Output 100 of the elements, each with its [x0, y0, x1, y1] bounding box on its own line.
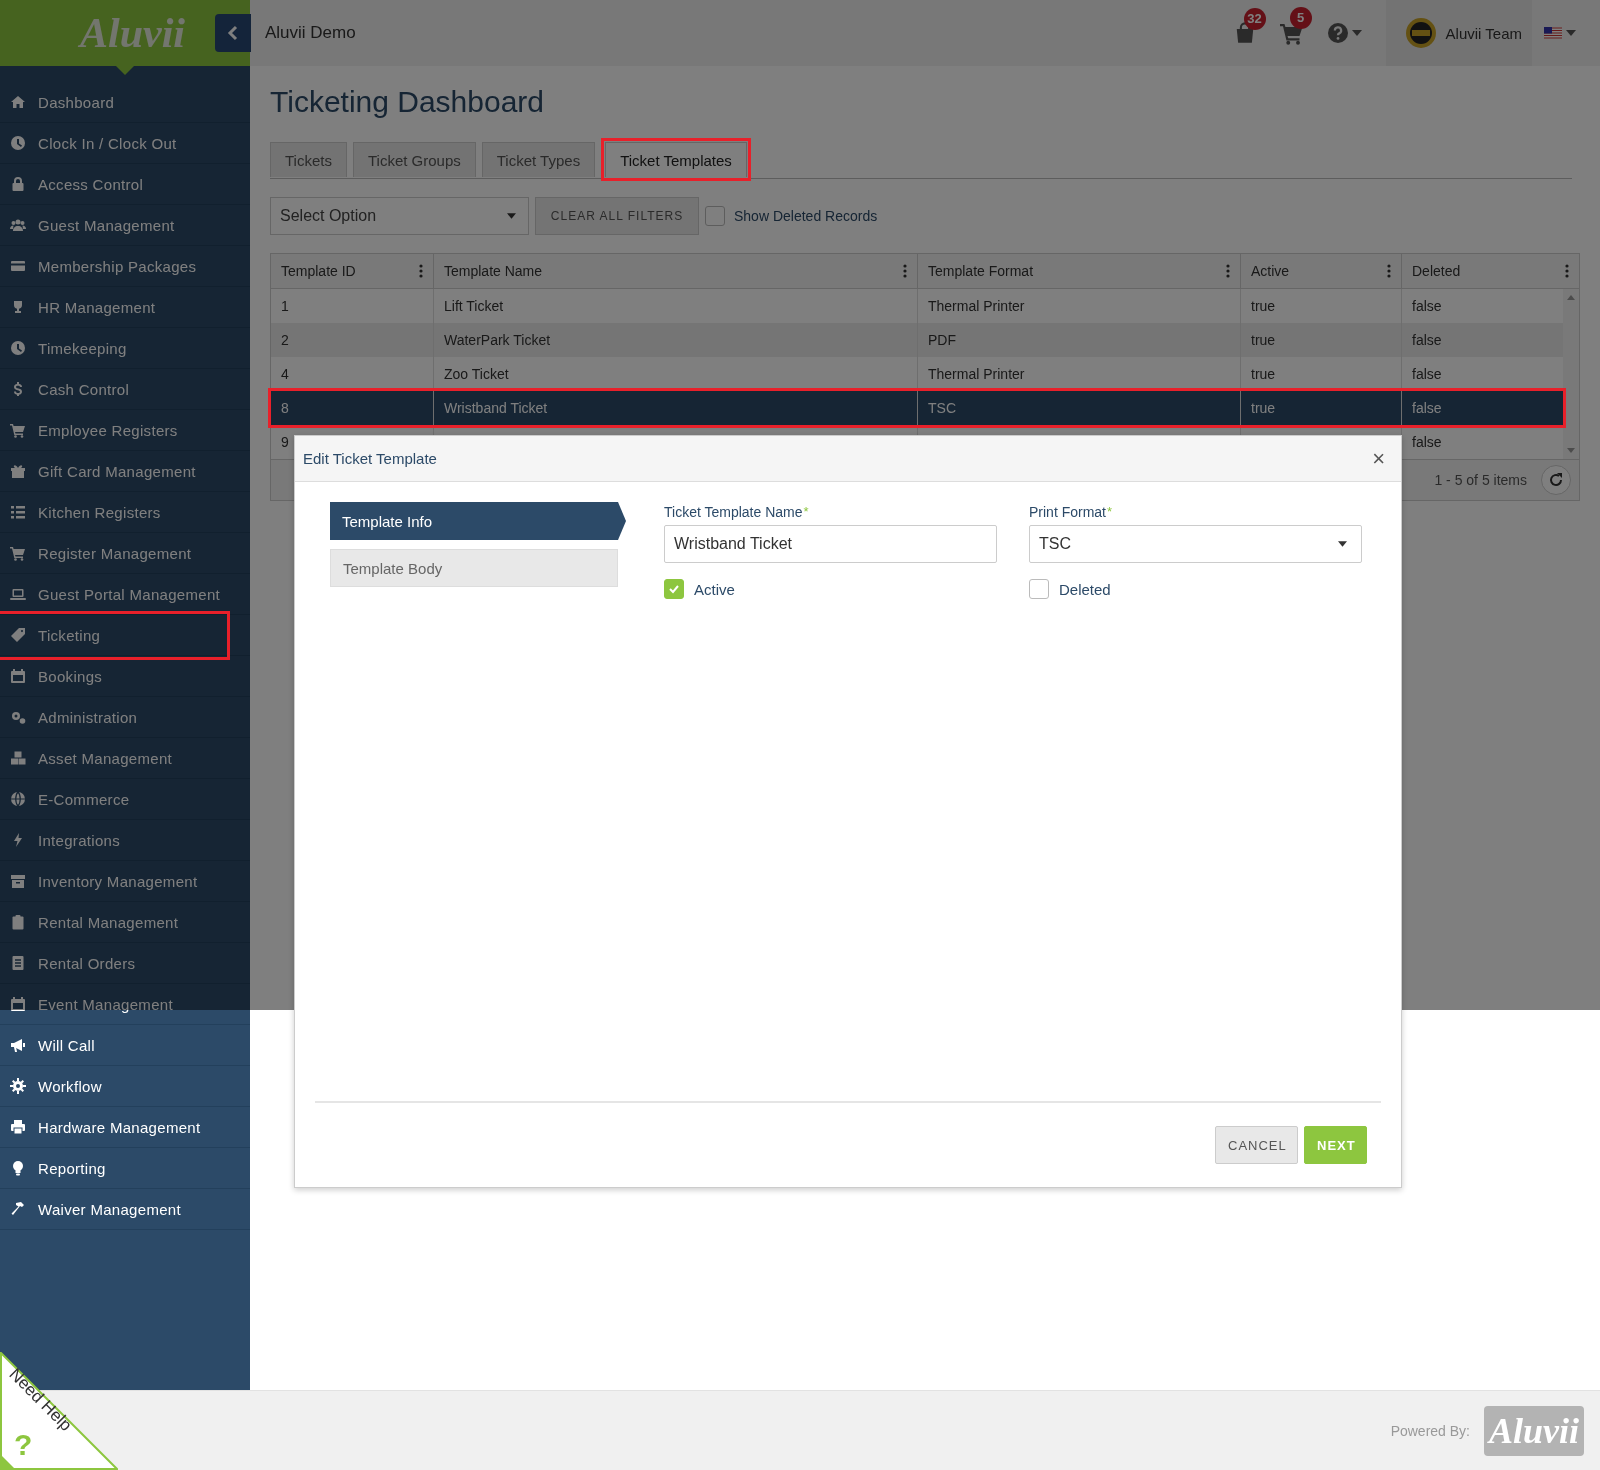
checkbox[interactable]	[1029, 579, 1049, 599]
input-field[interactable]: Wristband Ticket	[664, 525, 997, 563]
caret-icon[interactable]	[1351, 30, 1362, 36]
help-icon[interactable]	[1327, 23, 1348, 43]
cart-icon	[10, 545, 26, 561]
count-badge: 32	[1243, 8, 1266, 30]
column-header[interactable]: Template ID	[271, 254, 434, 288]
avatar	[1405, 18, 1436, 48]
step-tab[interactable]: Template Body	[330, 549, 618, 587]
column-header[interactable]: Deleted	[1402, 254, 1579, 288]
sidebar-item[interactable]: Membership Packages	[0, 246, 250, 287]
step-tab[interactable]: Template Info	[330, 502, 626, 540]
megaphone-icon	[10, 1037, 26, 1053]
sidebar-item[interactable]: Register Management	[0, 533, 250, 574]
sidebar-item[interactable]: Guest Management	[0, 205, 250, 246]
field-label: Ticket Template Name	[664, 504, 803, 520]
sidebar-item[interactable]: Workflow	[0, 1066, 250, 1107]
table-cell-text: false	[1411, 433, 1443, 452]
cart-icon	[10, 422, 26, 438]
caret-icon[interactable]	[1566, 30, 1576, 36]
collapse-button[interactable]	[215, 14, 251, 52]
sidebar-item[interactable]: Inventory Management	[0, 861, 250, 902]
column-menu-icon[interactable]	[1387, 264, 1391, 278]
column-header[interactable]: Template Name	[434, 254, 918, 288]
select-field[interactable]: TSC	[1029, 525, 1362, 563]
caret-icon	[507, 213, 516, 219]
table-cell: 8	[271, 391, 434, 425]
user-name: Aluvii Team	[1445, 24, 1522, 42]
sidebar-item[interactable]: Hardware Management	[0, 1107, 250, 1148]
sidebar-item[interactable]: Event Management	[0, 984, 250, 1025]
sidebar-item[interactable]: Reporting	[0, 1148, 250, 1189]
sidebar-item[interactable]: Asset Management	[0, 738, 250, 779]
table-cell-text: false	[1411, 297, 1443, 316]
checkbox-label: Active	[694, 580, 735, 598]
users-icon	[10, 217, 26, 233]
sidebar-item[interactable]: Administration	[0, 697, 250, 738]
checkbox[interactable]	[705, 206, 725, 226]
sidebar-item[interactable]: Guest Portal Management	[0, 574, 250, 615]
checkbox-label: Deleted	[1059, 580, 1111, 598]
calendar-icon	[10, 668, 26, 684]
filter-select[interactable]: Select Option	[270, 197, 529, 235]
tab[interactable]: Tickets	[270, 142, 347, 177]
scroll-up-icon[interactable]	[1567, 295, 1575, 300]
refresh-button[interactable]	[1541, 465, 1571, 495]
pager-info: 1 - 5 of 5 items	[1434, 472, 1527, 488]
sidebar-item[interactable]: Waiver Management	[0, 1189, 250, 1230]
cart-icon[interactable]	[1279, 21, 1304, 45]
sidebar-item[interactable]: Access Control	[0, 164, 250, 205]
tab[interactable]: Ticket Templates	[605, 142, 747, 177]
column-header[interactable]: Active	[1241, 254, 1402, 288]
next-button[interactable]: NEXT	[1304, 1126, 1367, 1164]
user-menu[interactable]: Aluvii Team	[1385, 0, 1532, 66]
sidebar-item[interactable]: Timekeeping	[0, 328, 250, 369]
hammer-icon	[10, 1201, 26, 1217]
sidebar-item[interactable]: Kitchen Registers	[0, 492, 250, 533]
flag-icon[interactable]	[1544, 27, 1562, 39]
cancel-button[interactable]: CANCEL	[1215, 1126, 1298, 1164]
chevron-left-icon	[227, 25, 239, 41]
table-cell-text: false	[1411, 331, 1443, 350]
close-button[interactable]: ×	[1366, 447, 1391, 470]
count-badge: 5	[1289, 7, 1312, 29]
calendar-icon	[10, 996, 26, 1012]
sidebar-item[interactable]: HR Management	[0, 287, 250, 328]
lightbulb-icon	[10, 1160, 26, 1176]
sidebar-item[interactable]: Integrations	[0, 820, 250, 861]
sidebar-item[interactable]: Will Call	[0, 1025, 250, 1066]
column-header[interactable]: Template Format	[918, 254, 1241, 288]
card-icon	[10, 258, 26, 274]
sidebar-item[interactable]: Gift Card Management	[0, 451, 250, 492]
tab[interactable]: Ticket Groups	[352, 142, 476, 177]
table-cell: true	[1241, 391, 1402, 425]
table-row[interactable]: 2 WaterPark Ticket PDF true false	[271, 323, 1563, 357]
column-menu-icon[interactable]	[419, 264, 423, 278]
scrollbar[interactable]	[1563, 289, 1579, 459]
sidebar-item[interactable]: Rental Management	[0, 902, 250, 943]
tag-icon	[10, 627, 26, 643]
gift-icon	[10, 463, 26, 479]
column-menu-icon[interactable]	[903, 264, 907, 278]
page-title: Ticketing Dashboard	[270, 84, 546, 120]
sidebar-item[interactable]: Rental Orders	[0, 943, 250, 984]
sidebar-item[interactable]: Clock In / Clock Out	[0, 123, 250, 164]
lock-icon	[10, 176, 26, 192]
sidebar-item[interactable]: Ticketing	[0, 615, 250, 656]
table-cell-text: false	[1411, 365, 1443, 384]
sidebar-item[interactable]: Cash Control	[0, 369, 250, 410]
tab[interactable]: Ticket Types	[481, 142, 596, 177]
sidebar-item[interactable]: Dashboard	[0, 82, 250, 123]
laptop-icon	[10, 586, 26, 602]
column-menu-icon[interactable]	[1226, 264, 1230, 278]
sidebar-item[interactable]: Employee Registers	[0, 410, 250, 451]
sidebar-item[interactable]: Bookings	[0, 656, 250, 697]
scroll-down-icon[interactable]	[1567, 448, 1575, 453]
column-menu-icon[interactable]	[1565, 264, 1569, 278]
sidebar-item[interactable]: E-Commerce	[0, 779, 250, 820]
footer-logo[interactable]: Aluvii	[1484, 1405, 1584, 1456]
table-row[interactable]: 8 Wristband Ticket TSC true false	[271, 391, 1563, 425]
checkbox[interactable]	[664, 579, 684, 599]
required-mark: *	[1107, 504, 1113, 519]
clear-filters-button[interactable]: CLEAR ALL FILTERS	[535, 197, 699, 235]
clock-icon	[10, 340, 26, 356]
